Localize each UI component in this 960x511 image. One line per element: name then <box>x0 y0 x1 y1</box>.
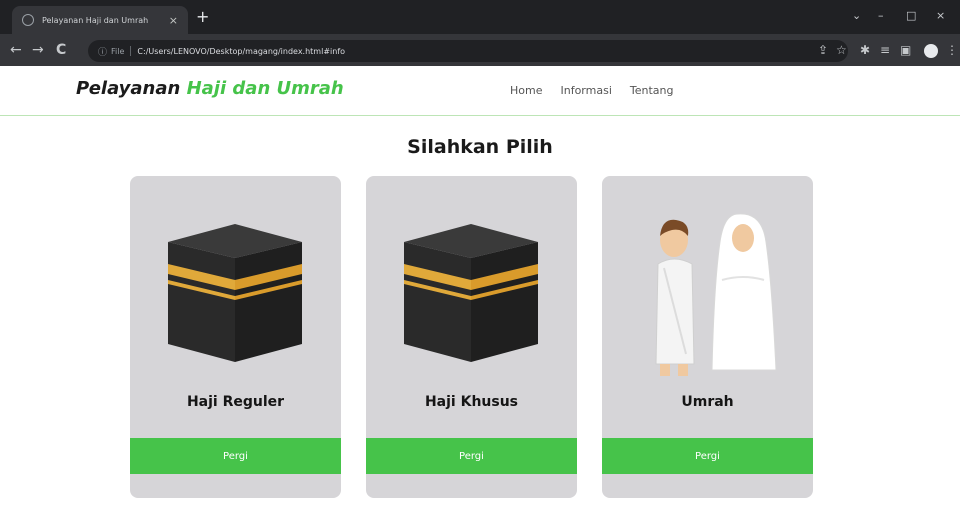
extensions-icon[interactable]: ✱ <box>860 43 870 57</box>
web-page: Pelayanan Haji dan Umrah Home Informasi … <box>0 66 960 511</box>
url-text[interactable]: C:/Users/LENOVO/Desktop/magang/index.htm… <box>137 47 345 56</box>
sidebar-icon[interactable]: ▣ <box>900 43 911 57</box>
card-haji-reguler: Haji Reguler Pergi <box>130 176 341 498</box>
pergi-button[interactable]: Pergi <box>130 438 341 474</box>
reload-button[interactable]: C <box>56 42 66 58</box>
card-haji-khusus: Haji Khusus Pergi <box>366 176 577 498</box>
profile-avatar[interactable] <box>924 44 938 58</box>
close-window-button[interactable]: × <box>936 10 945 22</box>
info-icon[interactable]: ⓘ <box>98 45 107 58</box>
browser-tabbar: Pelayanan Haji dan Umrah × + ⌄ – □ × <box>0 0 960 34</box>
back-button[interactable]: ← <box>10 42 22 58</box>
site-header: Pelayanan Haji dan Umrah Home Informasi … <box>0 66 960 116</box>
url-scheme: File <box>111 46 125 56</box>
nav-informasi[interactable]: Informasi <box>560 84 611 97</box>
kaaba-icon <box>168 224 302 362</box>
main-nav: Home Informasi Tentang <box>510 84 673 97</box>
nav-home[interactable]: Home <box>510 84 542 97</box>
tab-title: Pelayanan Haji dan Umrah <box>42 15 149 25</box>
card-title: Haji Reguler <box>186 394 285 410</box>
tab-search-icon[interactable]: ⌄ <box>852 10 861 22</box>
page-title: Silahkan Pilih <box>407 136 553 158</box>
site-brand[interactable]: Pelayanan Haji dan Umrah <box>76 78 344 99</box>
minimize-button[interactable]: – <box>878 10 884 22</box>
bookmark-star-icon[interactable]: ☆ <box>836 43 847 57</box>
pergi-button[interactable]: Pergi <box>602 438 813 474</box>
browser-toolbar: ← → C ⓘ File C:/Users/LENOVO/Desktop/mag… <box>0 34 960 66</box>
address-bar[interactable]: ⓘ File C:/Users/LENOVO/Desktop/magang/in… <box>88 40 848 62</box>
share-icon[interactable]: ⇪ <box>818 43 828 57</box>
pilgrims-icon <box>655 213 777 376</box>
card-title: Haji Khusus <box>424 394 519 410</box>
kaaba-icon <box>404 224 538 362</box>
brand-accent: Haji dan Umrah <box>186 78 344 99</box>
card-title: Umrah <box>681 394 734 410</box>
card-umrah: Umrah Pergi <box>602 176 813 498</box>
close-tab-icon[interactable]: × <box>169 14 178 27</box>
maximize-button[interactable]: □ <box>906 10 916 22</box>
menu-icon[interactable]: ⋮ <box>946 43 958 57</box>
forward-button[interactable]: → <box>32 42 44 58</box>
nav-tentang[interactable]: Tentang <box>630 84 674 97</box>
pergi-button[interactable]: Pergi <box>366 438 577 474</box>
globe-icon <box>22 14 34 26</box>
divider <box>130 46 132 56</box>
media-icon[interactable]: ≡ <box>880 43 890 57</box>
new-tab-button[interactable]: + <box>196 9 209 25</box>
brand-main: Pelayanan <box>76 78 187 99</box>
browser-tab[interactable]: Pelayanan Haji dan Umrah × <box>12 6 188 34</box>
